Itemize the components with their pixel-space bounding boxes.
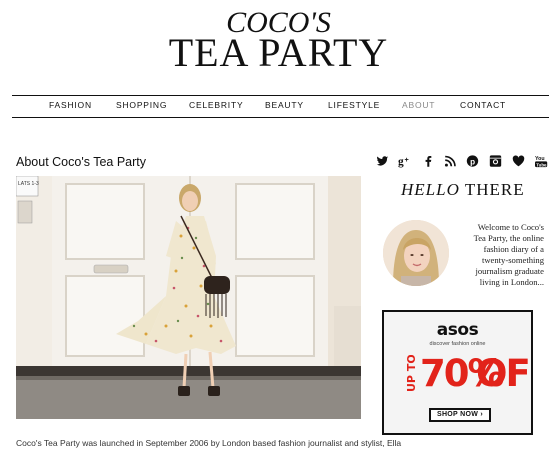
ad-brand-logo: asos bbox=[436, 320, 479, 340]
nav-item-shopping[interactable]: SHOPPING bbox=[116, 100, 167, 110]
welcome-text: Welcome to Coco's Tea Party, the online … bbox=[452, 222, 544, 288]
ad-tagline: discover fashion online bbox=[429, 341, 486, 347]
ad-up-to: UP TO bbox=[405, 355, 418, 392]
site-logo[interactable]: COCO'S TEA PARTY bbox=[0, 0, 557, 82]
page-title: About Coco's Tea Party bbox=[16, 155, 147, 169]
social-icons: g + p You Tube bbox=[376, 154, 548, 170]
main-nav: FASHION SHOPPING CELEBRITY BEAUTY LIFEST… bbox=[12, 96, 549, 116]
youtube-icon[interactable]: You Tube bbox=[535, 154, 548, 168]
welcome-line: Tea Party, the online bbox=[473, 233, 544, 243]
welcome-line: twenty-something bbox=[481, 255, 544, 265]
nav-bottom-rule bbox=[12, 117, 549, 118]
nav-item-lifestyle[interactable]: LIFESTYLE bbox=[328, 100, 380, 110]
ad-shop-now-button[interactable]: SHOP NOW › bbox=[429, 408, 491, 422]
instagram-icon[interactable] bbox=[489, 154, 502, 168]
welcome-line: Welcome to Coco's bbox=[477, 222, 544, 232]
nav-item-contact[interactable]: CONTACT bbox=[460, 100, 506, 110]
hello-rest: THERE bbox=[464, 180, 525, 199]
welcome-line: fashion diary of a bbox=[483, 244, 544, 254]
bloglovin-heart-icon[interactable] bbox=[512, 154, 525, 168]
ad-off: OFF bbox=[476, 352, 531, 395]
twitter-icon[interactable] bbox=[376, 154, 389, 168]
nav-item-about[interactable]: ABOUT bbox=[402, 100, 435, 110]
welcome-line: journalism graduate bbox=[475, 266, 545, 276]
nav-item-fashion[interactable]: FASHION bbox=[49, 100, 92, 110]
hero-photo: LATS 1-3 bbox=[16, 176, 361, 419]
svg-text:+: + bbox=[405, 155, 409, 164]
door-sign-text: LATS 1-3 bbox=[18, 181, 39, 187]
svg-text:p: p bbox=[470, 157, 475, 166]
rss-icon[interactable] bbox=[444, 154, 457, 168]
author-avatar-illustration bbox=[383, 220, 449, 286]
welcome-line: living in London... bbox=[479, 277, 544, 287]
ad-up-to-text: UP TO bbox=[405, 355, 418, 392]
svg-text:Tube: Tube bbox=[536, 162, 547, 167]
nav-item-celebrity[interactable]: CELEBRITY bbox=[189, 100, 243, 110]
author-avatar bbox=[383, 220, 449, 286]
sidebar-hello-heading: HELLO THERE bbox=[401, 180, 525, 200]
logo-line-2: TEA PARTY bbox=[168, 30, 389, 75]
svg-text:g: g bbox=[398, 156, 404, 168]
pinterest-icon[interactable]: p bbox=[466, 154, 479, 168]
nav-item-beauty[interactable]: BEAUTY bbox=[265, 100, 304, 110]
hello-italic: HELLO bbox=[401, 180, 460, 199]
asos-ad-banner[interactable]: asos discover fashion online UP TO 70% O… bbox=[382, 310, 533, 435]
hero-photo-illustration: LATS 1-3 bbox=[16, 176, 361, 419]
intro-paragraph: Coco's Tea Party was launched in Septemb… bbox=[16, 438, 402, 448]
facebook-icon[interactable] bbox=[422, 154, 435, 168]
svg-text:You: You bbox=[535, 156, 545, 162]
google-plus-icon[interactable]: g + bbox=[398, 154, 411, 168]
